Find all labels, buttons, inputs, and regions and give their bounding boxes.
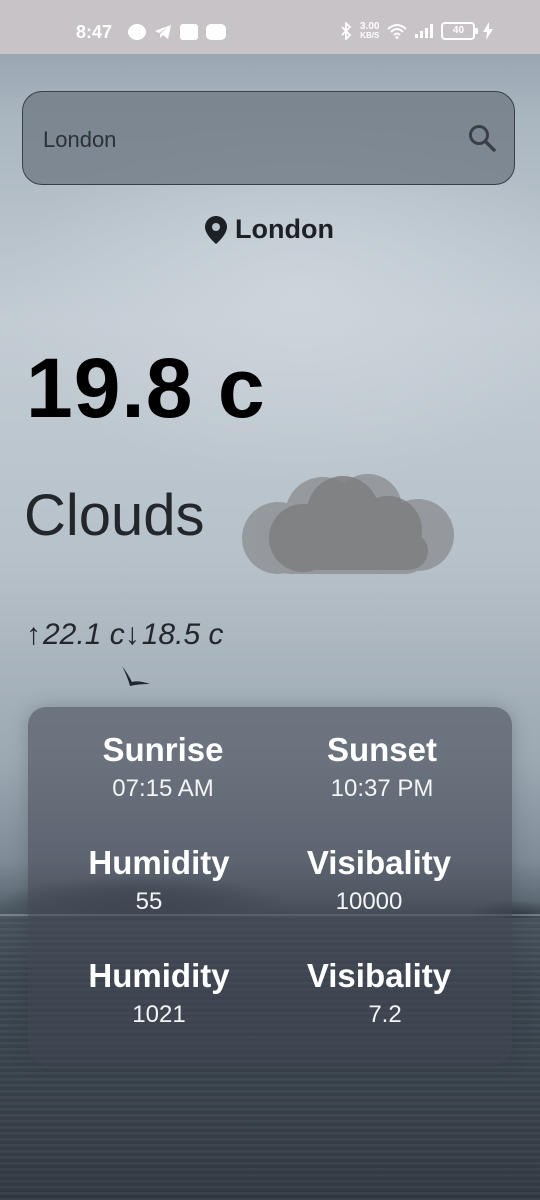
sunrise-value: 07:15 AM (112, 775, 214, 802)
arrow-up-icon: ↑ (26, 618, 41, 651)
telegram-icon (155, 25, 171, 39)
max-temperature: 22.1 c (43, 618, 125, 651)
whatsapp-icon (128, 24, 146, 40)
humidity2-label: Humidity (88, 957, 230, 994)
bluetooth-icon (341, 22, 352, 40)
signal-icon (415, 24, 434, 38)
sunrise-label: Sunrise (102, 731, 224, 768)
search-icon[interactable] (467, 123, 497, 153)
sunset-value: 10:37 PM (330, 775, 434, 802)
visibility2-label: Visibality (306, 957, 452, 994)
status-indicators: 3.00 KB/S 40 (340, 21, 494, 41)
arrow-down-icon: ↓ (124, 618, 140, 651)
linkedin-icon (180, 24, 198, 40)
location-pin-icon (205, 215, 227, 244)
weather-condition: Clouds (24, 483, 205, 548)
sunrise-cell: Sunrise 07:15 AM (53, 731, 273, 803)
search-input[interactable] (41, 122, 445, 158)
temperature-range: ↑ 22.1 c ↓ 18.5 c (26, 618, 223, 652)
search-bar (22, 91, 515, 185)
humidity2-value: 1021 (132, 1001, 186, 1028)
status-bar: 8:47 3.00 KB/S 40 (0, 0, 540, 54)
battery-icon: 40 (441, 22, 479, 40)
visibility-cell: Visibality 10000 (269, 844, 489, 916)
sunset-label: Sunset (326, 731, 438, 768)
wifi-icon (387, 24, 408, 39)
youtube-icon (206, 24, 226, 40)
visibility-value: 10000 (335, 888, 403, 915)
wind-cell: Visibality 7.2 (269, 957, 489, 1029)
cloud-icon (242, 474, 454, 574)
visibility2-value: 7.2 (368, 1001, 402, 1028)
weather-details-card: Sunrise 07:15 AM Sunset 10:37 PM Humidit… (28, 707, 512, 1065)
location-label: London (205, 214, 334, 245)
charging-icon (483, 22, 494, 40)
network-speed: 3.00 KB/S (360, 21, 380, 41)
status-time: 8:47 (76, 22, 113, 42)
visibility-label: Visibality (306, 844, 452, 881)
notification-icons (128, 24, 226, 40)
humidity-cell: Humidity 55 (49, 844, 269, 916)
humidity-label: Humidity (88, 844, 230, 881)
min-temperature: 18.5 c (141, 618, 224, 651)
location-name: London (235, 214, 334, 244)
sunset-cell: Sunset 10:37 PM (272, 731, 492, 803)
pressure-cell: Humidity 1021 (49, 957, 269, 1029)
humidity-value: 55 (135, 888, 163, 915)
bird-image (122, 666, 150, 686)
current-temperature: 19.8 c (26, 341, 266, 435)
